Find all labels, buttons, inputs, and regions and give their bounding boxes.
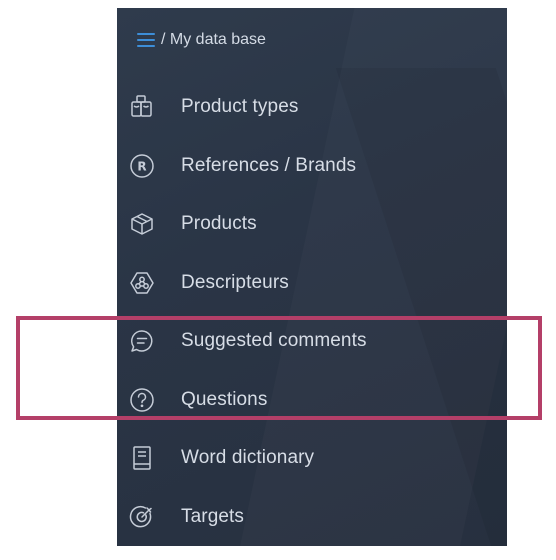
breadcrumb-text[interactable]: / My data base	[161, 31, 266, 49]
sidebar-item-word-dictionary[interactable]: Word dictionary	[117, 429, 507, 488]
sidebar-item-questions[interactable]: Questions	[117, 371, 507, 430]
book-icon	[128, 444, 156, 472]
sidebar-item-suggested-comments[interactable]: Suggested comments	[117, 312, 507, 371]
svg-text:R: R	[137, 159, 146, 173]
sidebar-item-label: Descripteurs	[181, 271, 289, 293]
screenshot-stage: / My data base Product types R Reference…	[0, 0, 556, 560]
sidebar-item-targets[interactable]: Targets	[117, 488, 507, 547]
sidebar-menu: Product types R References / Brands Prod…	[117, 78, 507, 546]
sidebar-item-label: Word dictionary	[181, 447, 315, 469]
sidebar-item-label: Targets	[181, 505, 245, 527]
question-icon	[128, 386, 156, 414]
sidebar-item-label: Product types	[181, 96, 299, 118]
box-icon	[128, 210, 156, 238]
breadcrumb: / My data base	[137, 28, 266, 52]
descriptors-icon	[128, 269, 156, 297]
product-types-icon	[128, 93, 156, 121]
sidebar-item-label: References / Brands	[181, 154, 357, 176]
sidebar-item-label: Products	[181, 213, 257, 235]
comment-icon	[128, 327, 156, 355]
hamburger-icon[interactable]	[137, 33, 155, 47]
sidebar-item-label: Questions	[181, 388, 268, 410]
sidebar-item-products[interactable]: Products	[117, 195, 507, 254]
sidebar-item-descripteurs[interactable]: Descripteurs	[117, 254, 507, 313]
sidebar-item-references-brands[interactable]: R References / Brands	[117, 137, 507, 196]
sidebar-panel: / My data base Product types R Reference…	[117, 8, 507, 546]
sidebar-item-product-types[interactable]: Product types	[117, 78, 507, 137]
registered-icon: R	[128, 152, 156, 180]
sidebar-item-label: Suggested comments	[181, 330, 367, 352]
target-icon	[128, 503, 156, 531]
